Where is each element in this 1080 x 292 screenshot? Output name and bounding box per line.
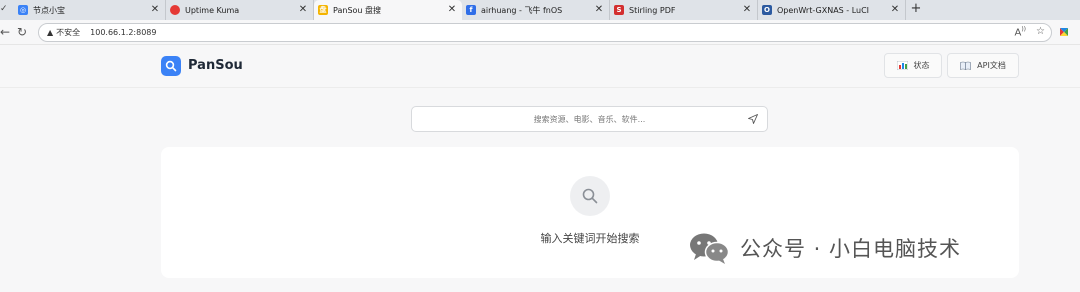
close-icon[interactable]: ✕ xyxy=(889,4,901,16)
tab-title: 节点小宝 xyxy=(33,5,65,15)
wechat-icon xyxy=(690,233,730,264)
open-book-icon xyxy=(960,61,971,70)
close-icon[interactable]: ✕ xyxy=(297,4,309,16)
search-box xyxy=(411,106,768,132)
status-button[interactable]: 状态 xyxy=(884,53,942,78)
security-label[interactable]: 不安全 xyxy=(56,27,80,38)
close-icon[interactable]: ✕ xyxy=(446,4,458,16)
api-docs-button-label: API文档 xyxy=(977,61,1006,70)
openwrt-favicon-icon: O xyxy=(762,5,772,15)
status-button-label: 状态 xyxy=(913,61,930,70)
tab-title: airhuang - 飞牛 fnOS xyxy=(481,5,563,15)
tab-jiedian[interactable]: ◎ 节点小宝 ✕ xyxy=(0,0,166,20)
jiedian-favicon-icon: ◎ xyxy=(18,5,28,15)
address-bar[interactable]: ▲ 不安全 100.66.1.2:8089 A)) ☆ xyxy=(38,23,1052,42)
tab-fnos[interactable]: f airhuang - 飞牛 fnOS ✕ xyxy=(462,0,610,20)
tab-uptime-kuma[interactable]: Uptime Kuma ✕ xyxy=(166,0,314,20)
tab-title: OpenWrt-GXNAS - LuCI xyxy=(777,5,870,15)
fnos-favicon-icon: f xyxy=(466,5,476,15)
close-icon[interactable]: ✕ xyxy=(149,4,161,16)
tab-title: Uptime Kuma xyxy=(185,5,240,15)
browser-toolbar: ← ↻ ▲ 不安全 100.66.1.2:8089 A)) ☆ xyxy=(0,20,1080,45)
bar-chart-icon xyxy=(896,61,908,70)
reload-icon[interactable]: ↻ xyxy=(17,25,27,39)
tab-title: Stirling PDF xyxy=(629,5,676,15)
send-icon[interactable] xyxy=(747,113,759,125)
pansou-favicon-icon: 盘 xyxy=(318,5,328,15)
watermark-text: 公众号 · 小白电脑技术 xyxy=(740,237,962,261)
warning-triangle-icon[interactable]: ▲ xyxy=(47,28,53,37)
close-icon[interactable]: ✕ xyxy=(741,4,753,16)
tab-stirling-pdf[interactable]: S Stirling PDF ✕ xyxy=(610,0,758,20)
api-docs-button[interactable]: API文档 xyxy=(947,53,1019,78)
favorite-star-icon[interactable]: ☆ xyxy=(1036,26,1045,38)
empty-state-badge xyxy=(570,176,610,216)
extension-icon[interactable] xyxy=(1058,26,1070,38)
app-header: PanSou 状态 API文档 xyxy=(0,46,1080,88)
search-icon xyxy=(582,188,598,204)
close-icon[interactable]: ✕ xyxy=(593,4,605,16)
read-aloud-icon[interactable]: A)) xyxy=(1015,26,1027,38)
search-input[interactable] xyxy=(412,107,767,132)
back-arrow-icon[interactable]: ← xyxy=(0,25,10,39)
new-tab-button[interactable]: + xyxy=(906,0,926,20)
uptime-kuma-favicon-icon xyxy=(170,5,180,15)
tab-pansou[interactable]: 盘 PanSou 盘搜 ✕ xyxy=(314,0,462,20)
brand-name[interactable]: PanSou xyxy=(188,58,243,73)
browser-tab-strip: ✓ ◎ 节点小宝 ✕ Uptime Kuma ✕ 盘 PanSou 盘搜 ✕ f… xyxy=(0,0,1080,20)
pansou-logo[interactable] xyxy=(161,56,181,76)
url-text[interactable]: 100.66.1.2:8089 xyxy=(90,28,156,37)
stirling-pdf-favicon-icon: S xyxy=(614,5,624,15)
wechat-watermark: 公众号 · 小白电脑技术 xyxy=(688,230,961,266)
tab-title: PanSou 盘搜 xyxy=(333,5,382,15)
tab-openwrt[interactable]: O OpenWrt-GXNAS - LuCI ✕ xyxy=(758,0,906,20)
search-icon xyxy=(165,60,177,72)
